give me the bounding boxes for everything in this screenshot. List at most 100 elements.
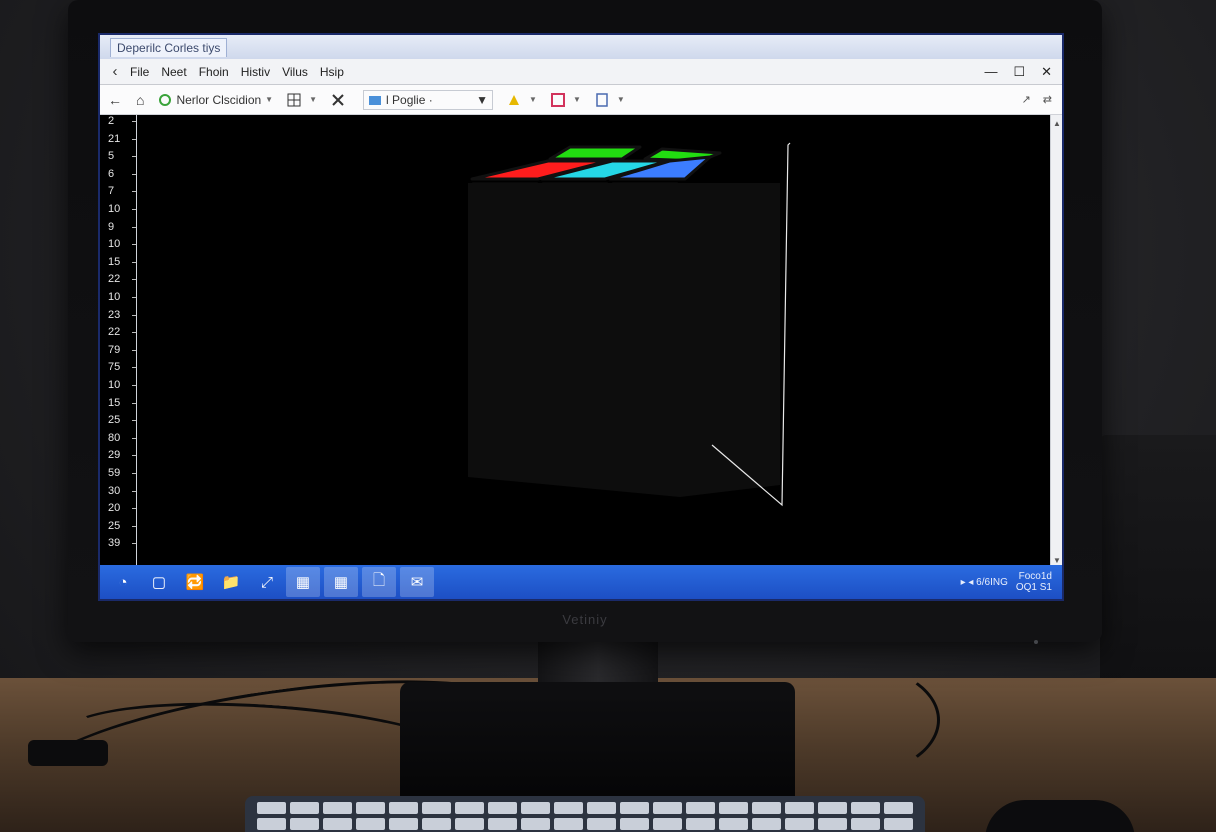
ruler-tick: 79 [108,342,138,359]
taskbar-app-3[interactable]: 📁 [214,567,248,597]
ruler-tick: 25 [108,412,138,429]
taskbar-app-6[interactable]: ▦ [324,567,358,597]
chevron-down-icon: ▼ [529,95,537,104]
ruler-tick: 21 [108,131,138,148]
ruler-tick: 59 [108,465,138,482]
ruler-tick: 80 [108,430,138,447]
keyboard-key [488,802,517,814]
keyboard-key [389,802,418,814]
keyboard-key [389,818,418,830]
back-icon[interactable]: ← [108,92,122,108]
swap-icon[interactable]: ⇄ [1043,93,1052,106]
expand-icon[interactable]: ↗ [1022,93,1031,106]
mouse [985,800,1135,832]
maximize-button[interactable]: ☐ [1013,64,1025,80]
taskbar-app-2[interactable]: 🔁 [178,567,212,597]
menu-values[interactable]: Vilus [282,65,308,79]
taskbar-app-7[interactable]: 🗋 [362,567,396,597]
keyboard-key [785,818,814,830]
taskbar-app-4[interactable]: ⤢ [250,567,284,597]
taskbar-app-1[interactable]: ▢ [142,567,176,597]
title-bar: Deperilc Corles tiys [100,35,1062,59]
keyboard-key [323,818,352,830]
page-field[interactable]: l Poglie · ▼ [363,89,494,110]
keyboard-key [686,802,715,814]
keyboard [245,796,925,832]
location-label: Nerlor Clscidion [176,92,262,107]
toolbar: ← ⌂ Nerlor Clscidion ▼ ▼ l Poglie · ▼ ▼ … [100,85,1062,115]
keyboard-key [554,818,583,830]
ruler-tick: 2 [108,113,138,130]
ruler-tick: 75 [108,359,138,376]
keyboard-key [422,802,451,814]
keyboard-key [884,802,913,814]
grid-tool-button[interactable]: ▼ [287,93,317,107]
rubiks-cube[interactable] [400,125,820,525]
keyboard-key [719,802,748,814]
home-icon[interactable]: ⌂ [136,92,144,108]
highlight-button[interactable]: ▼ [507,93,537,107]
ruler-tick: 7 [108,183,138,200]
cube-top-sticker [548,145,642,161]
taskbar-app-8[interactable]: ✉ [400,567,434,597]
clock[interactable]: Foco1d OQ1 S1 [1016,571,1052,593]
monitor-brand: Vetiniy [562,612,608,627]
window-title: Deperilc Corles tiys [110,37,228,57]
chevron-down-icon: ▼ [265,95,274,104]
keyboard-key [554,802,583,814]
vertical-scrollbar[interactable]: ▲ ▼ [1050,115,1062,569]
keyboard-key [323,802,352,814]
keyboard-key [257,802,286,814]
chevron-down-icon: ▼ [309,95,318,104]
power-plug [28,740,108,766]
clock-line-1: Foco1d [1018,571,1052,582]
menu-fhoin[interactable]: Fhoin [199,65,229,79]
ruler-tick: 9 [108,219,138,236]
taskbar-app-5[interactable]: ▦ [286,567,320,597]
highlighter-icon [507,93,521,107]
folder-icon [368,93,382,107]
chevron-down-icon: ▼ [476,92,489,107]
screen: Deperilc Corles tiys ‹ File Neet Fhoin H… [98,33,1064,601]
menu-bar: ‹ File Neet Fhoin Histiv Vilus Hsip — ☐ … [100,59,1062,85]
keyboard-key [818,802,847,814]
menu-help[interactable]: Hsip [320,65,344,79]
tray-status[interactable]: ▸ ◂ 6/6ING [961,577,1008,588]
menu-file[interactable]: File [130,65,149,79]
page-button[interactable]: ▼ [595,92,625,107]
toolbar-right: ↗ ⇄ [1022,93,1062,106]
chevron-down-icon: ▼ [572,95,581,104]
ruler-tick: 39 [108,535,138,552]
ruler-tick: 10 [108,377,138,394]
keyboard-key [290,802,319,814]
keyboard-key [521,818,550,830]
keyboard-key [653,818,682,830]
ruler-tick: 6 [108,166,138,183]
keyboard-key [455,818,484,830]
minimize-button[interactable]: — [984,64,997,80]
start-button[interactable]: ◔ [106,567,140,597]
scroll-down-icon[interactable]: ▼ [1053,556,1061,565]
keyboard-key [488,818,517,830]
keyboard-key [752,802,781,814]
viewport[interactable]: 2 21 5 6 7 10 9 10 15 22 10 23 22 79 75 10 15 25 80 29 59 30 2… [100,115,1062,569]
tools-button[interactable] [331,93,349,107]
keyboard-key [719,818,748,830]
menu-neet[interactable]: Neet [161,65,186,79]
keyboard-key [455,802,484,814]
scroll-up-icon[interactable]: ▲ [1053,119,1061,128]
menu-history[interactable]: Histiv [241,65,270,79]
back-arrow-icon[interactable]: ‹ [100,63,130,80]
keyboard-key [818,818,847,830]
tools-icon [331,93,345,107]
location-dropdown[interactable]: Nerlor Clscidion ▼ [158,93,273,107]
keyboard-key [356,802,385,814]
color-button[interactable]: ▼ [550,92,581,107]
ruler-line [136,115,137,569]
ruler-tick: 5 [108,148,138,165]
ruler-tick: 10 [108,236,138,253]
close-button[interactable]: ✕ [1041,64,1052,80]
keyboard-key [620,818,649,830]
clock-line-2: OQ1 S1 [1015,582,1052,593]
keyboard-key [785,802,814,814]
